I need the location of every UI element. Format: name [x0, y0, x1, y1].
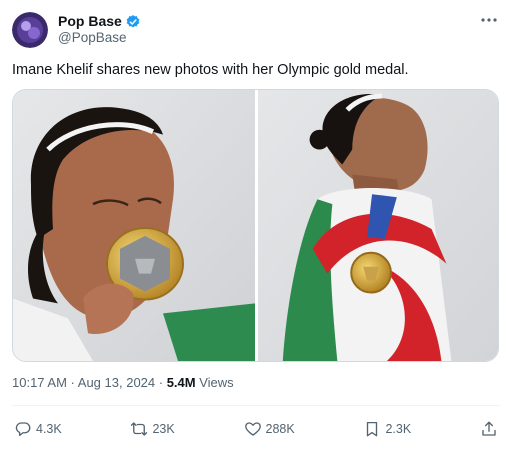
more-options-button[interactable]: [478, 12, 500, 28]
author-display-name[interactable]: Pop Base: [58, 13, 122, 31]
bookmark-button[interactable]: 2.3K: [363, 420, 411, 438]
repost-count: 23K: [152, 422, 175, 436]
meta-separator: ·: [155, 375, 167, 390]
author-handle[interactable]: @PopBase: [58, 30, 141, 47]
media-grid: [12, 89, 499, 362]
repost-button[interactable]: 23K: [130, 420, 175, 438]
tweet-meta: 10:17 AM · Aug 13, 2024 · 5.4M Views: [12, 375, 234, 390]
bookmark-icon: [367, 421, 378, 437]
tweet-time[interactable]: 10:17 AM: [12, 375, 67, 390]
views-label: Views: [195, 375, 234, 390]
meta-separator: ·: [66, 375, 78, 390]
share-icon: [482, 421, 496, 436]
kissing-gold-medal-photo[interactable]: [13, 90, 255, 361]
like-button[interactable]: 288K: [244, 420, 295, 438]
views-count: 5.4M: [166, 375, 196, 390]
share-button[interactable]: [480, 420, 498, 438]
reply-icon: [15, 422, 31, 437]
avatar[interactable]: [12, 12, 48, 48]
action-bar: 4.3K 23K 288K 2.3K: [14, 418, 498, 440]
bookmark-count: 2.3K: [385, 422, 412, 436]
tweet-date[interactable]: Aug 13, 2024: [78, 375, 155, 390]
tweet-text: Imane Khelif shares new photos with her …: [12, 62, 409, 78]
algerian-flag-medal-photo[interactable]: [258, 90, 498, 361]
heart-icon: [244, 422, 261, 436]
reply-button[interactable]: 4.3K: [14, 420, 62, 438]
repost-icon: [131, 422, 148, 436]
author-block[interactable]: Pop Base @PopBase: [58, 13, 141, 47]
tweet-header: Pop Base @PopBase: [12, 10, 500, 50]
like-count: 288K: [265, 422, 295, 436]
divider: [12, 405, 500, 406]
more-horizontal-icon: [481, 18, 497, 22]
verified-badge-icon: [125, 14, 141, 30]
reply-count: 4.3K: [36, 422, 62, 436]
